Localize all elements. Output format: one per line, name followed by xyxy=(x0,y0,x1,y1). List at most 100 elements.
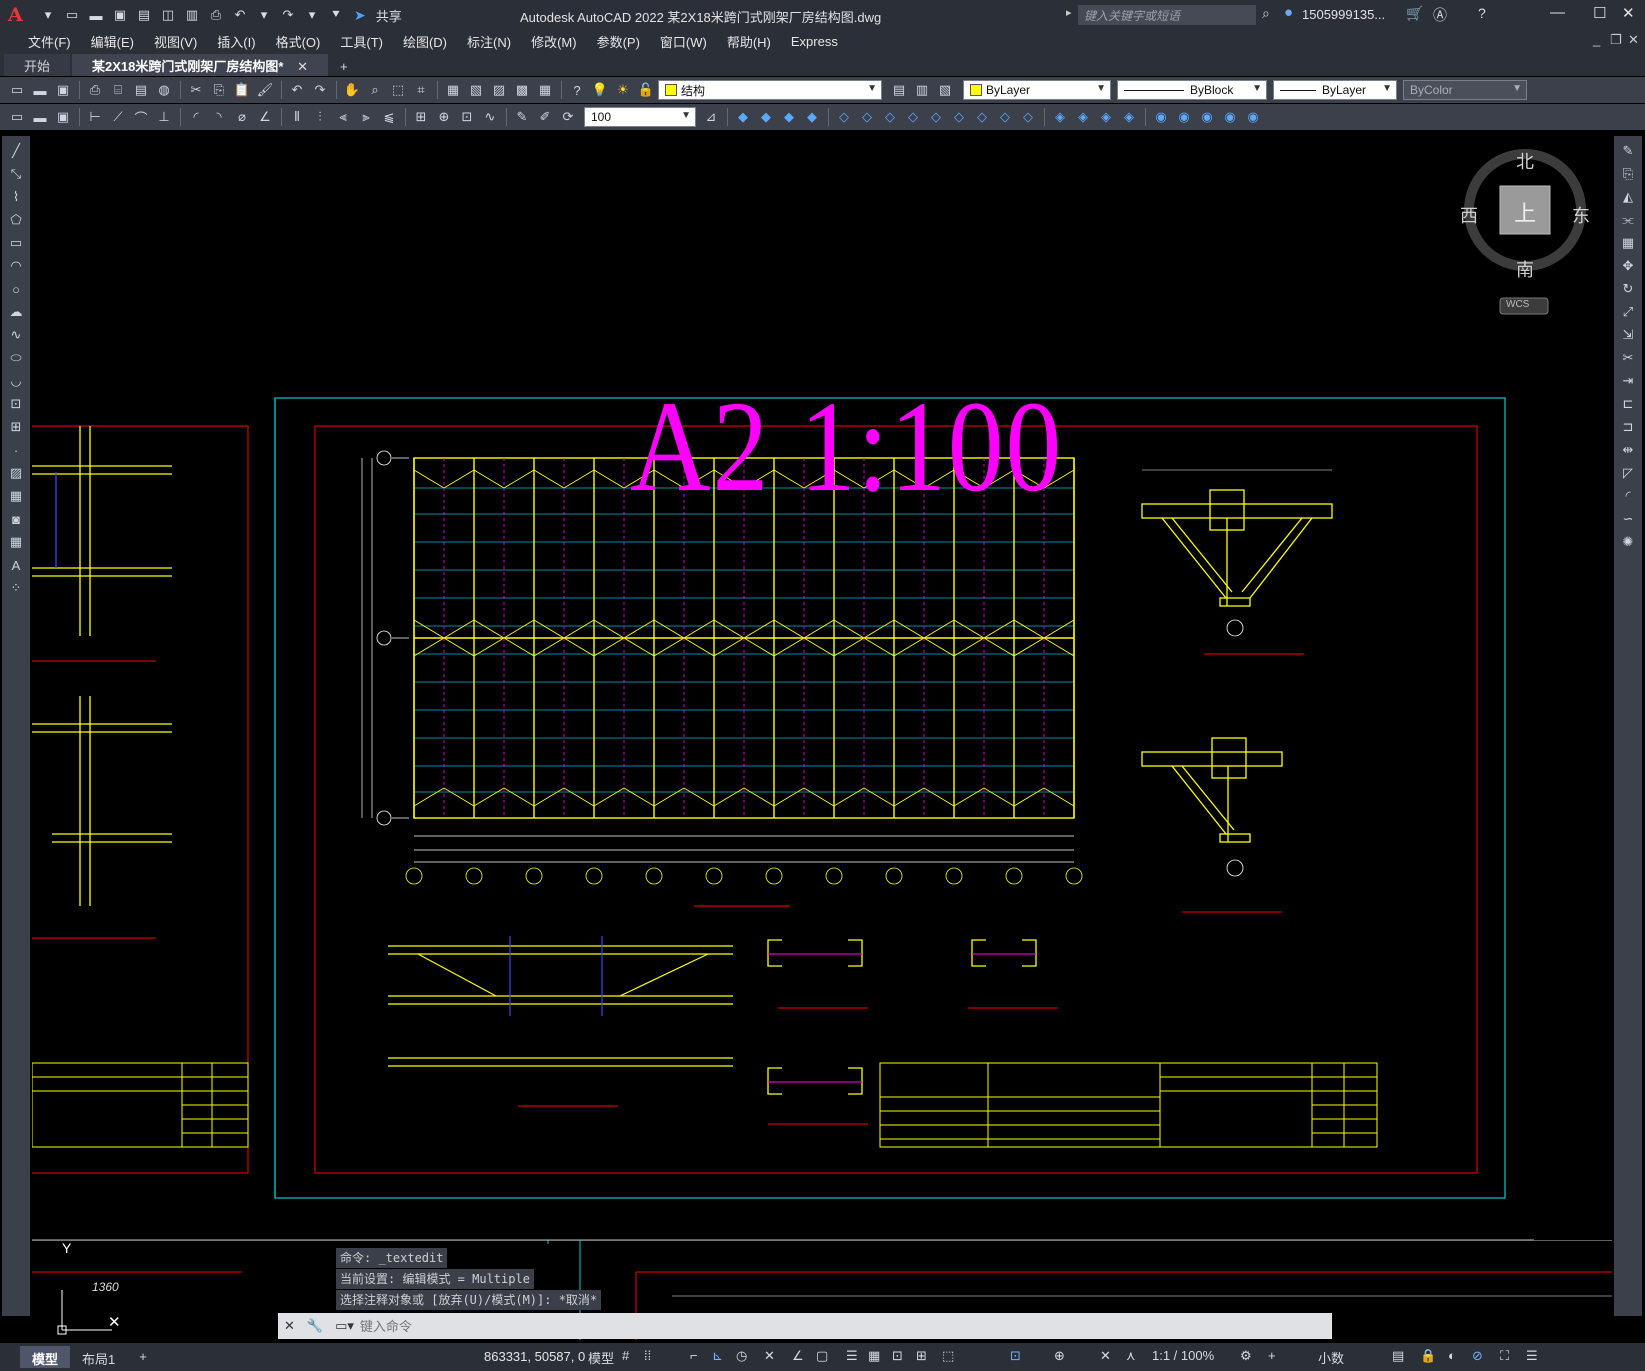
layer-lock-icon[interactable]: 🔓 xyxy=(635,79,657,101)
selection-filter-icon[interactable]: ⊡ xyxy=(1010,1348,1021,1364)
modify-icon[interactable]: ◇ xyxy=(948,106,970,128)
new-file-icon[interactable]: ▭ xyxy=(62,5,82,25)
tab-close-icon[interactable]: ✕ xyxy=(297,59,308,74)
jogged-dim-icon[interactable]: ◝ xyxy=(208,106,230,128)
publish-icon[interactable]: ▥ xyxy=(182,5,202,25)
angular-dim-icon[interactable]: ∠ xyxy=(254,106,276,128)
open-file-icon[interactable]: ▬ xyxy=(86,5,106,25)
help-toolbar-icon[interactable]: ? xyxy=(566,79,588,101)
menu-help[interactable]: 帮助(H) xyxy=(717,32,781,51)
aligned-dim-icon[interactable]: ⟋ xyxy=(107,106,129,128)
rotate-icon[interactable]: ↻ xyxy=(1617,278,1639,300)
drawing-area[interactable]: A2 1:100 xyxy=(32,136,1612,1244)
modify-icon[interactable]: ◇ xyxy=(879,106,901,128)
ellipse-icon[interactable]: ⬭ xyxy=(5,347,27,369)
menu-view[interactable]: 视图(V) xyxy=(144,32,207,51)
menu-insert[interactable]: 插入(I) xyxy=(207,32,265,51)
hatch-icon[interactable]: ▨ xyxy=(5,462,27,484)
break-at-point-icon[interactable]: ⊏ xyxy=(1617,393,1639,415)
arc-length-icon[interactable]: ⌒ xyxy=(130,106,152,128)
dim-update-icon[interactable]: ⟳ xyxy=(557,106,579,128)
continue-dim-icon[interactable]: ⫷ xyxy=(332,106,354,128)
share-button[interactable]: 共享 xyxy=(376,6,402,25)
share-icon[interactable]: ➤ xyxy=(354,7,366,24)
sheet-set-icon[interactable]: ▩ xyxy=(511,79,533,101)
rectangle-icon[interactable]: ▭ xyxy=(5,232,27,254)
plot-icon[interactable]: ⎙ xyxy=(206,5,226,25)
modify-icon[interactable]: ◇ xyxy=(856,106,878,128)
menu-draw[interactable]: 绘图(D) xyxy=(393,32,457,51)
undo-toolbar-icon[interactable]: ↶ xyxy=(286,79,308,101)
modify-icon[interactable]: ◈ xyxy=(1049,106,1071,128)
modify-icon[interactable]: ◈ xyxy=(1118,106,1140,128)
lineweight-dropdown[interactable]: ByLayer ▼ xyxy=(1273,80,1397,100)
match-properties-icon[interactable]: 🖌 xyxy=(254,79,276,101)
publish-toolbar-icon[interactable]: ▤ xyxy=(130,79,152,101)
units-dropdown[interactable]: 小数 xyxy=(1318,1348,1344,1367)
modify-icon[interactable]: ◇ xyxy=(1017,106,1039,128)
annotation-monitor-icon[interactable]: + xyxy=(1268,1348,1276,1363)
mtext-icon[interactable]: A xyxy=(5,554,27,576)
cursor-coordinates[interactable]: 863331, 50587, 0 xyxy=(484,1349,585,1364)
menu-format[interactable]: 格式(O) xyxy=(266,32,331,51)
dim-text-edit-icon[interactable]: ✐ xyxy=(534,106,556,128)
menu-window[interactable]: 窗口(W) xyxy=(650,32,717,51)
polar-tracking-icon[interactable]: ◷ xyxy=(736,1348,747,1364)
doc-close-button[interactable]: ✕ xyxy=(1628,32,1639,48)
layer-previous-icon[interactable]: ▧ xyxy=(934,79,956,101)
tool-icon[interactable]: ▣ xyxy=(52,106,74,128)
wcs-menu[interactable]: WCS xyxy=(1506,299,1529,310)
command-settings-icon[interactable]: 🔧 xyxy=(307,1318,323,1334)
add-selected-icon[interactable]: ⁘ xyxy=(5,577,27,599)
command-input[interactable] xyxy=(359,1318,660,1334)
modify-icon[interactable]: ◇ xyxy=(833,106,855,128)
point-icon[interactable]: · xyxy=(5,439,27,461)
trim-icon[interactable]: ✂ xyxy=(1617,347,1639,369)
tool-icon[interactable]: ▭ xyxy=(6,106,28,128)
modify-icon[interactable]: ◉ xyxy=(1242,106,1264,128)
app-menu-logo-icon[interactable]: A xyxy=(8,3,34,27)
quick-dim-icon[interactable]: ⫴ xyxy=(286,106,308,128)
center-mark-icon[interactable]: ⊕ xyxy=(433,106,455,128)
model-space-button[interactable]: 模型 xyxy=(588,1348,614,1367)
linetype-dropdown[interactable]: ByBlock ▼ xyxy=(1117,80,1267,100)
object-snap-icon[interactable]: ▢ xyxy=(816,1348,828,1364)
array-icon[interactable]: ▦ xyxy=(1617,232,1639,254)
ellipse-arc-icon[interactable]: ◡ xyxy=(5,370,27,392)
plotstyle-dropdown[interactable]: ByColor ▼ xyxy=(1403,80,1527,100)
tool-palettes-icon[interactable]: ▨ xyxy=(488,79,510,101)
3d-osnap-icon[interactable]: ⊞ xyxy=(916,1348,927,1364)
polygon-icon[interactable]: ⬠ xyxy=(5,209,27,231)
chamfer-icon[interactable]: ◸ xyxy=(1617,462,1639,484)
tolerance-icon[interactable]: ⊞ xyxy=(410,106,432,128)
layer-sun-icon[interactable]: ☀ xyxy=(612,79,634,101)
dim-edit-icon[interactable]: ✎ xyxy=(511,106,533,128)
pan-icon[interactable]: ✋ xyxy=(341,79,363,101)
save-icon[interactable]: ▣ xyxy=(110,5,130,25)
circle-icon[interactable]: ○ xyxy=(5,278,27,300)
isodraft-icon[interactable]: ✕ xyxy=(764,1348,775,1364)
annotation-scale[interactable]: 1:1 / 100% xyxy=(1152,1348,1214,1363)
layer-properties-icon[interactable]: ▤ xyxy=(888,79,910,101)
construction-line-icon[interactable]: ⤡ xyxy=(5,163,27,185)
menu-edit[interactable]: 编辑(E) xyxy=(81,32,144,51)
infer-constraints-icon[interactable]: ⌐ xyxy=(690,1348,698,1363)
user-icon[interactable]: ● xyxy=(1284,4,1293,21)
gizmo-icon[interactable]: ⊕ xyxy=(1054,1348,1065,1364)
ordinate-dim-icon[interactable]: ⊥ xyxy=(153,106,175,128)
annotation-visibility-icon[interactable]: ✕ xyxy=(1100,1348,1111,1364)
modify-icon[interactable]: ◈ xyxy=(1072,106,1094,128)
line-icon[interactable]: ╱ xyxy=(5,140,27,162)
search-icon[interactable]: ⌕ xyxy=(1262,5,1270,22)
join-icon[interactable]: ⇹ xyxy=(1617,439,1639,461)
dim-break-icon[interactable]: ⫹ xyxy=(378,106,400,128)
auto-scale-icon[interactable]: ⋏ xyxy=(1126,1348,1136,1364)
break-icon[interactable]: ⊐ xyxy=(1617,416,1639,438)
viewcube-west[interactable]: 西 xyxy=(1460,202,1478,228)
modify-icon[interactable]: ◆ xyxy=(732,106,754,128)
modify-icon[interactable]: ◉ xyxy=(1150,106,1172,128)
viewcube-south[interactable]: 南 xyxy=(1516,256,1534,282)
hardware-acceleration-icon[interactable]: ⊘ xyxy=(1472,1348,1483,1364)
properties-icon[interactable]: ▦ xyxy=(442,79,464,101)
layout-tab-layout1[interactable]: 布局1 xyxy=(70,1346,127,1368)
